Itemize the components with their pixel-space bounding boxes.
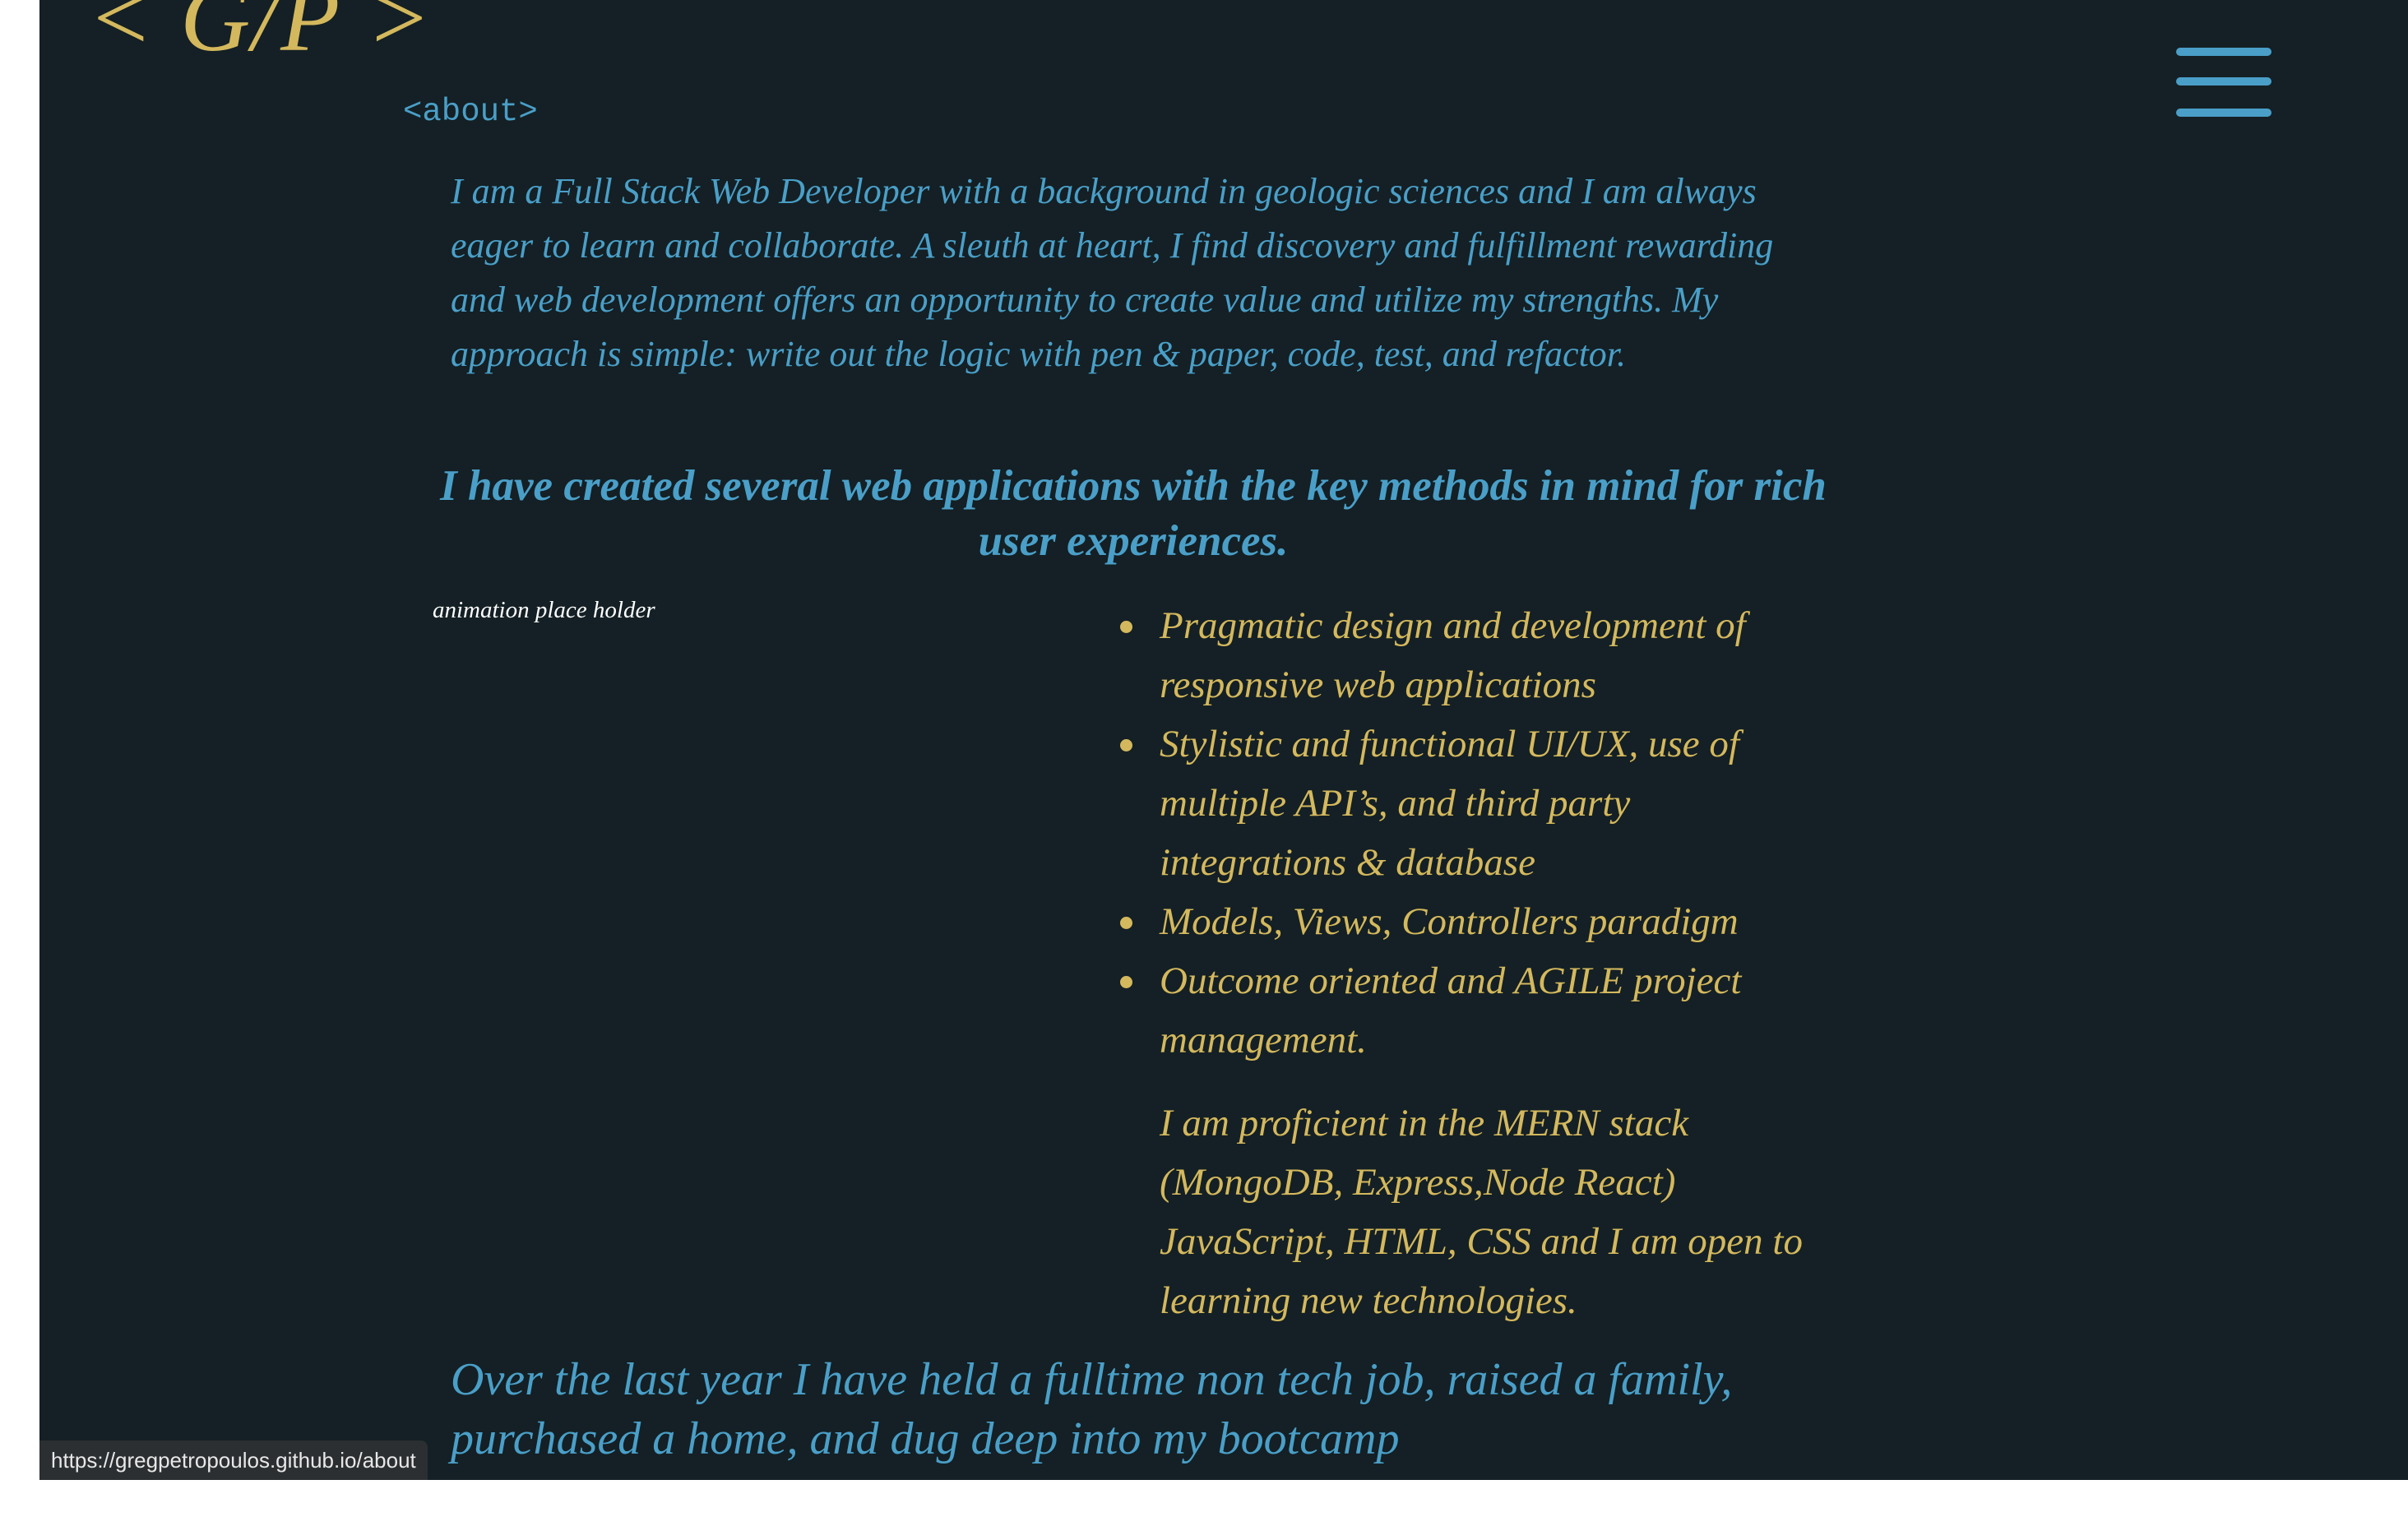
intro-paragraph: I am a Full Stack Web Developer with a b… [451, 171, 1774, 374]
status-bar-url: https://gregpetropoulos.github.io/about [39, 1440, 428, 1480]
key-methods-heading: I have created several web applications … [440, 462, 1827, 565]
key-methods-list: Pragmatic design and development of resp… [1120, 596, 1811, 1070]
list-item: Models, Views, Controllers paradigm [1120, 892, 1811, 951]
animation-placeholder: animation place holder [433, 597, 655, 623]
year-paragraph: Over the last year I have held a fulltim… [451, 1354, 1733, 1464]
list-item: Outcome oriented and AGILE project manag… [1120, 951, 1811, 1070]
hamburger-menu-icon[interactable] [2170, 41, 2271, 125]
menu-bar-bottom [2176, 109, 2271, 117]
list-item: Pragmatic design and development of resp… [1120, 596, 1811, 714]
about-page: < G/P > <about> I am a Full Stack Web De… [39, 0, 2408, 1480]
site-logo[interactable]: < G/P > [87, 0, 433, 67]
menu-bar-middle [2176, 77, 2271, 86]
about-section-tag: <about> [403, 94, 538, 130]
stack-paragraph: I am proficient in the MERN stack (Mongo… [1160, 1102, 1803, 1322]
list-item: Stylistic and functional UI/UX, use of m… [1120, 714, 1811, 892]
menu-bar-top [2176, 48, 2271, 56]
